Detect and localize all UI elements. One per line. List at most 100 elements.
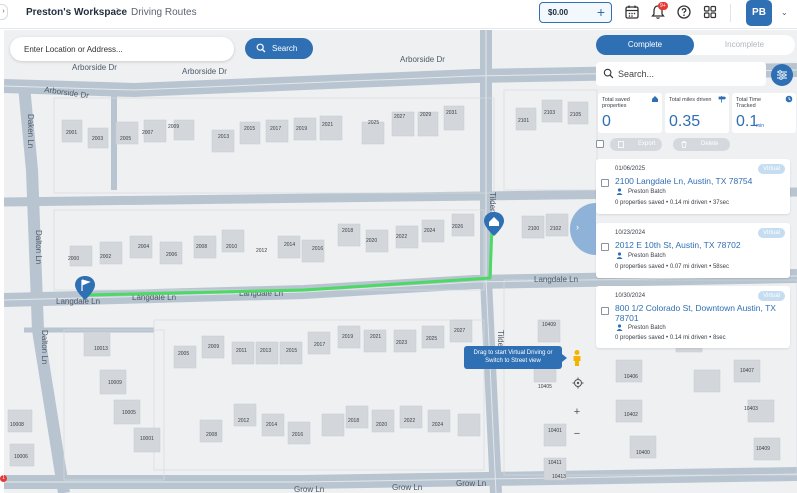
street-label-arborside-dr-3: Arborside Dr	[72, 63, 117, 72]
house-number-2002: 2002	[100, 254, 111, 260]
house-number-2003: 2003	[92, 136, 103, 142]
help-icon[interactable]	[676, 4, 692, 20]
virtual-badge: Virtual	[758, 291, 785, 301]
route-address-link[interactable]: 800 1/2 Colorado St, Downtown Austin, TX…	[615, 303, 777, 323]
route-card[interactable]: 10/30/2024 Virtual 800 1/2 Colorado St, …	[596, 286, 790, 348]
house-number-2025: 2025	[368, 120, 379, 126]
breadcrumb-workspace[interactable]: Preston's Workspace	[26, 7, 127, 18]
house-number-2016-s: 2016	[292, 432, 303, 438]
stat-value: 0.1	[736, 113, 759, 130]
house-number-2021-s: 2021	[370, 334, 381, 340]
house-number-2015: 2015	[244, 126, 255, 132]
house-number-2014-s: 2014	[266, 422, 277, 428]
route-checkbox[interactable]	[601, 243, 609, 251]
zoom-in-icon[interactable]: +	[569, 404, 585, 420]
routes-search-placeholder: Search...	[618, 69, 655, 79]
export-button[interactable]: Export	[610, 138, 662, 151]
house-number-10006: 10006	[14, 454, 28, 460]
tab-incomplete[interactable]: Incomplete	[694, 35, 795, 55]
house-number-2008: 2008	[196, 244, 207, 250]
route-duration: 58sec	[712, 264, 729, 270]
house-number-2021: 2021	[322, 122, 333, 128]
chevron-down-icon[interactable]: ⌄	[781, 8, 788, 17]
route-checkbox[interactable]	[601, 179, 609, 187]
street-label-arborside-dr-4: Arborside Dr	[400, 55, 445, 64]
virtual-driving-tooltip: Drag to start Virtual Driving or Switch …	[464, 346, 567, 369]
house-number-2017-s: 2017	[314, 342, 325, 348]
route-meta: 0 properties saved • 0.07 mi driven • 58…	[615, 264, 729, 270]
stat-saved-properties: Total saved properties 0	[598, 93, 662, 133]
routes-search-input[interactable]: Search...	[596, 62, 766, 86]
location-search-input[interactable]	[10, 37, 234, 61]
select-all-checkbox[interactable]	[596, 140, 604, 148]
chevron-right-icon: ›	[576, 222, 579, 232]
apps-grid-icon[interactable]	[702, 4, 718, 20]
pegman-icon[interactable]	[569, 349, 585, 367]
house-number-10413: 10413	[552, 474, 566, 480]
balance-widget[interactable]: $0.00 +	[539, 2, 612, 23]
route-date: 01/06/2025	[615, 166, 646, 172]
signpost-icon	[718, 96, 726, 103]
sliders-icon	[777, 70, 787, 80]
calendar-icon[interactable]	[624, 4, 640, 20]
house-number-2004: 2004	[138, 244, 149, 250]
delete-button[interactable]: Delete	[673, 138, 730, 151]
house-number-2007: 2007	[142, 130, 153, 136]
notification-badge: 9+	[658, 2, 668, 10]
search-button[interactable]: Search	[245, 38, 313, 59]
clock-icon	[785, 95, 793, 103]
route-checkbox[interactable]	[601, 307, 609, 315]
route-address-link[interactable]: 2100 Langdale Ln, Austin, TX 78754	[615, 176, 777, 186]
avatar[interactable]: PB	[746, 0, 772, 26]
house-number-2006: 2006	[166, 252, 177, 258]
virtual-badge: Virtual	[758, 164, 785, 174]
route-miles: 0.07 mi driven	[669, 264, 708, 270]
trash-icon	[681, 141, 687, 148]
house-number-2025-s: 2025	[426, 336, 437, 342]
house-number-10009: 10009	[108, 380, 122, 386]
top-bar: › Preston's Workspace > Driving Routes $…	[0, 0, 797, 29]
filter-button[interactable]	[771, 64, 793, 86]
house-number-2103: 2103	[544, 110, 555, 116]
house-number-2026: 2026	[452, 224, 463, 230]
route-date: 10/30/2024	[615, 293, 646, 299]
house-number-2008-s: 2008	[206, 432, 217, 438]
house-number-2024: 2024	[424, 228, 435, 234]
house-number-2027: 2027	[394, 114, 405, 120]
street-label-dalton-ln-2: Dalton Ln	[40, 330, 49, 364]
house-number-2001: 2001	[66, 130, 77, 136]
house-number-10402: 10402	[624, 412, 638, 418]
house-number-10400: 10400	[636, 450, 650, 456]
route-miles: 0.14 mi driven	[669, 335, 708, 341]
house-number-2013: 2013	[218, 134, 229, 140]
route-meta: 0 properties saved • 0.14 mi driven • 8s…	[615, 335, 726, 341]
house-number-2014: 2014	[284, 242, 295, 248]
user-icon	[616, 252, 623, 259]
route-card[interactable]: 01/06/2025 Virtual 2100 Langdale Ln, Aus…	[596, 159, 790, 214]
tab-complete[interactable]: Complete	[596, 35, 694, 55]
route-properties: 0 properties saved	[615, 264, 665, 270]
expand-sidebar-handle[interactable]: ›	[0, 4, 8, 20]
route-card[interactable]: 10/23/2024 Virtual 2012 E 10th St, Austi…	[596, 223, 790, 278]
error-count-badge[interactable]: 1	[0, 475, 7, 482]
house-number-2031: 2031	[446, 110, 457, 116]
route-date: 10/23/2024	[615, 230, 646, 236]
house-number-2101: 2101	[518, 118, 529, 124]
route-owner: Preston Batch	[628, 189, 666, 195]
add-funds-icon[interactable]: +	[597, 4, 605, 20]
street-label-langdale-ln-1: Langdale Ln	[56, 297, 100, 306]
house-number-10411: 10411	[548, 460, 562, 466]
house-number-2009-s: 2009	[208, 344, 219, 350]
bulk-actions-row: Export Delete	[596, 138, 795, 152]
breadcrumb-page: Driving Routes	[131, 7, 197, 18]
house-number-2000: 2000	[68, 256, 79, 262]
house-number-2020: 2020	[366, 238, 377, 244]
house-number-2019: 2019	[296, 126, 307, 132]
house-number-2023: 2023	[396, 340, 407, 346]
zoom-out-icon[interactable]: −	[569, 426, 585, 442]
house-number-2100: 2100	[528, 226, 539, 232]
house-number-2011: 2011	[236, 348, 247, 354]
virtual-badge: Virtual	[758, 228, 785, 238]
route-address-link[interactable]: 2012 E 10th St, Austin, TX 78702	[615, 240, 777, 250]
locate-icon[interactable]	[570, 377, 586, 393]
